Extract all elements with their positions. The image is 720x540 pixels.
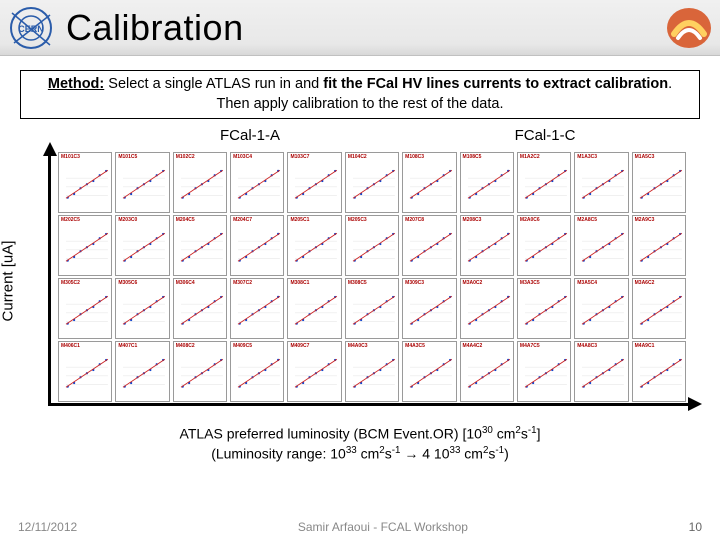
footer-center: Samir Arfaoui - FCAL Workshop — [77, 520, 688, 534]
slide-footer: 12/11/2012 Samir Arfaoui - FCAL Workshop… — [0, 520, 720, 534]
method-label: Method: — [48, 76, 104, 92]
xc-2d: 4 10 — [422, 445, 449, 461]
footer-page: 10 — [689, 520, 702, 534]
xc-1d: ] — [537, 426, 541, 442]
mini-plot: M101C3 — [58, 152, 112, 213]
mini-plot: M305C2 — [58, 278, 112, 339]
section-labels: FCal-1-A FCal-1-C — [90, 127, 720, 144]
mini-plot: M305C6 — [115, 278, 169, 339]
mini-plot: M308C5 — [345, 278, 399, 339]
mini-plot: M1A2C2 — [517, 152, 571, 213]
mini-plot: M4A4C2 — [460, 341, 514, 402]
slide-header: CERN Calibration — [0, 0, 720, 56]
mini-plot: M102C2 — [173, 152, 227, 213]
xc-1a: ATLAS preferred luminosity (BCM Event.OR… — [180, 426, 482, 442]
xc-2g: ) — [504, 445, 509, 461]
xc-2a: (Luminosity range: 10 — [211, 445, 346, 461]
mini-plot: M4A8C3 — [574, 341, 628, 402]
mini-plot: M3A5C4 — [574, 278, 628, 339]
mini-plot: M2A0C6 — [517, 215, 571, 276]
xc-1sup: 30 — [482, 425, 493, 436]
mini-plot: M4A3C5 — [402, 341, 456, 402]
mini-plot: M308C1 — [287, 278, 341, 339]
xc-2c: s — [385, 445, 392, 461]
x-axis-caption: ATLAS preferred luminosity (BCM Event.OR… — [20, 424, 700, 463]
xc-2e: cm — [460, 445, 483, 461]
mini-plot: M205C3 — [345, 215, 399, 276]
mini-plot: M4A0C3 — [345, 341, 399, 402]
mini-plot: M103C4 — [230, 152, 284, 213]
mini-plot: M4A7C5 — [517, 341, 571, 402]
xc-2s6: -1 — [495, 445, 504, 456]
mini-plot: M108C5 — [460, 152, 514, 213]
mini-plot: M2A8C5 — [574, 215, 628, 276]
mini-plot: M409C7 — [287, 341, 341, 402]
xc-1s3: -1 — [528, 425, 537, 436]
label-fcal-a: FCal-1-A — [90, 127, 410, 144]
mini-plot: M204C7 — [230, 215, 284, 276]
mini-plot: M202C5 — [58, 215, 112, 276]
mini-plot: M108C3 — [402, 152, 456, 213]
mini-plot: M2A9C3 — [632, 215, 686, 276]
mini-plot: M203C0 — [115, 215, 169, 276]
label-fcal-c: FCal-1-C — [410, 127, 720, 144]
mini-plot: M3A6C2 — [632, 278, 686, 339]
mini-plot: M205C1 — [287, 215, 341, 276]
plot-area: Current [uA] M101C3M101C5M102C2M103C4M10… — [22, 146, 706, 416]
mini-plot: M204C5 — [173, 215, 227, 276]
x-axis-line — [48, 403, 692, 406]
mini-plot: M407C1 — [115, 341, 169, 402]
mini-plot: M307C2 — [230, 278, 284, 339]
y-axis-label: Current [uA] — [0, 241, 17, 322]
mini-plot: M103C7 — [287, 152, 341, 213]
mini-plot: M4A9C1 — [632, 341, 686, 402]
mini-plot: M408C2 — [173, 341, 227, 402]
mini-plot: M1A3C3 — [574, 152, 628, 213]
y-axis-line — [48, 152, 51, 406]
mini-plot: M309C3 — [402, 278, 456, 339]
footer-date: 12/11/2012 — [18, 520, 77, 534]
mini-plot: M101C5 — [115, 152, 169, 213]
xc-1b: cm — [493, 426, 516, 442]
method-box: Method: Select a single ATLAS run in and… — [20, 70, 700, 119]
page-title: Calibration — [66, 7, 244, 49]
clic-logo — [664, 4, 714, 52]
mini-plot: M1A5C3 — [632, 152, 686, 213]
mini-plot: M406C1 — [58, 341, 112, 402]
mini-plot: M208C3 — [460, 215, 514, 276]
method-text-1: Select a single ATLAS run in and — [104, 76, 323, 92]
mini-plot: M207C8 — [402, 215, 456, 276]
xc-arrow: → — [400, 445, 422, 461]
mini-plot: M3A3C5 — [517, 278, 571, 339]
xc-2s4: 33 — [450, 445, 461, 456]
svg-text:CERN: CERN — [18, 24, 44, 34]
mini-plot: M409C5 — [230, 341, 284, 402]
mini-plot: M3A0C2 — [460, 278, 514, 339]
mini-plot: M306C4 — [173, 278, 227, 339]
xc-2s: 33 — [346, 445, 357, 456]
cern-logo: CERN — [6, 3, 56, 53]
mini-plot: M104C2 — [345, 152, 399, 213]
x-axis-arrow-icon — [688, 397, 702, 411]
chart-grid: M101C3M101C5M102C2M103C4M103C7M104C2M108… — [58, 152, 686, 402]
method-bold: fit the FCal HV lines currents to extrac… — [323, 76, 668, 92]
xc-1c: s — [521, 426, 528, 442]
xc-2b: cm — [357, 445, 380, 461]
y-axis-arrow-icon — [43, 142, 57, 156]
